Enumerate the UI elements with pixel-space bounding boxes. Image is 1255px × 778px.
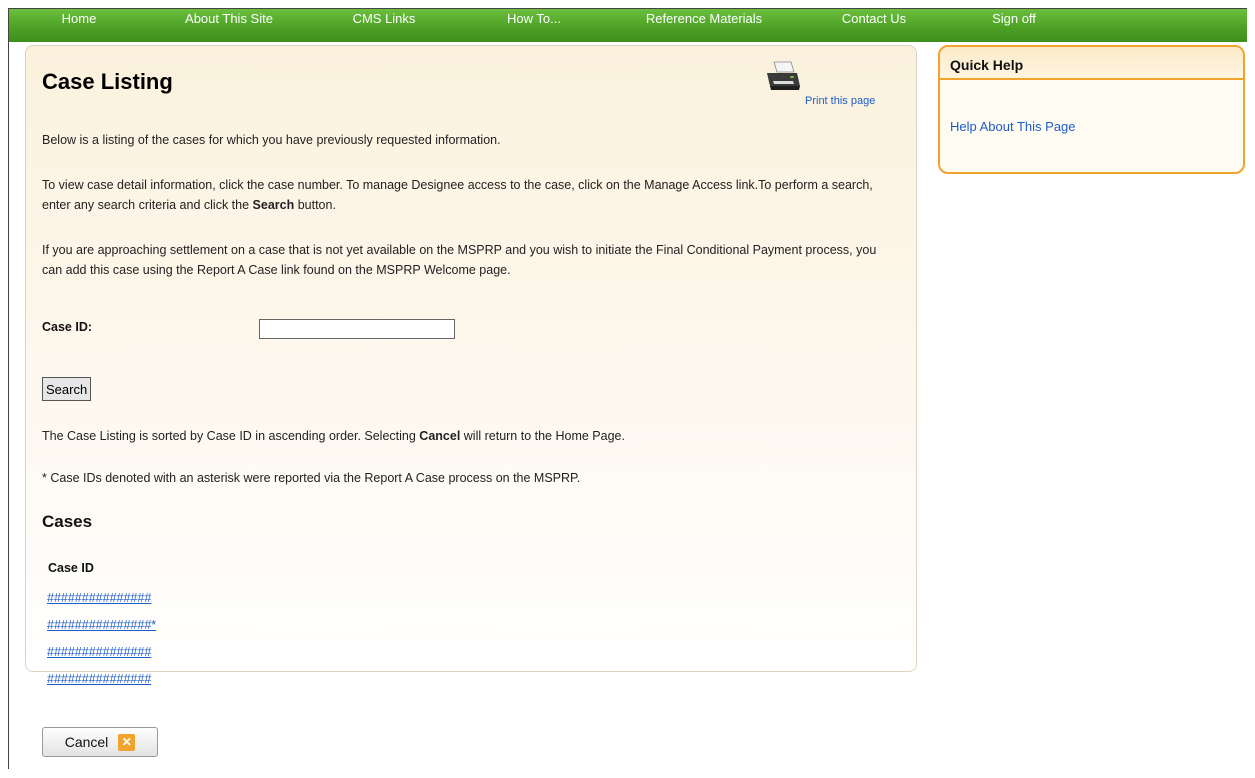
case-id-column-header: Case ID <box>48 561 94 575</box>
search-button[interactable]: Search <box>42 377 92 401</box>
nav-sign-off[interactable]: Sign off <box>949 9 1079 26</box>
cancel-button-label: Cancel <box>64 734 109 750</box>
case-link[interactable]: ###############* <box>47 618 156 632</box>
case-id-label: Case ID: <box>42 320 93 334</box>
page-title: Case Listing <box>42 69 173 94</box>
nav-how-to[interactable]: How To... <box>459 9 609 26</box>
case-link[interactable]: ############### <box>47 591 151 605</box>
printer-icon[interactable] <box>764 59 802 97</box>
nav-reference-materials[interactable]: Reference Materials <box>609 9 799 26</box>
sort-info-text: The Case Listing is sorted by Case ID in… <box>42 426 892 446</box>
top-navigation: Home About This Site CMS Links How To...… <box>9 9 1247 42</box>
main-content-panel: Case Listing Print this page Below is a … <box>25 45 917 672</box>
settlement-text: If you are approaching settlement on a c… <box>42 243 877 277</box>
help-about-page-link[interactable]: Help About This Page <box>950 119 1076 134</box>
sort-info-cancel-bold: Cancel <box>419 429 461 443</box>
instructions-text-part: To view case detail information, click t… <box>42 178 873 212</box>
nav-about-this-site[interactable]: About This Site <box>149 9 309 26</box>
cancel-button[interactable]: Cancel ✕ <box>42 727 158 757</box>
nav-home[interactable]: Home <box>9 9 149 26</box>
nav-cms-links[interactable]: CMS Links <box>309 9 459 26</box>
sort-info-end: will return to the Home Page. <box>460 429 625 443</box>
instructions-search-bold: Search <box>252 198 295 212</box>
page-frame: Home About This Site CMS Links How To...… <box>8 8 1247 769</box>
print-page-link[interactable]: Print this page <box>805 95 875 107</box>
quick-help-panel: Quick Help Help About This Page <box>938 45 1245 174</box>
instructions-text: To view case detail information, click t… <box>42 175 892 215</box>
quick-help-title: Quick Help <box>950 57 1024 73</box>
intro-text: Below is a listing of the cases for whic… <box>42 133 501 147</box>
nav-contact-us[interactable]: Contact Us <box>799 9 949 26</box>
case-link[interactable]: ############### <box>47 645 151 659</box>
close-icon: ✕ <box>118 733 136 751</box>
asterisk-note: * Case IDs denoted with an asterisk were… <box>42 471 581 485</box>
case-link[interactable]: ############### <box>47 672 151 686</box>
instructions-text-end: button. <box>294 198 336 212</box>
case-id-input[interactable] <box>259 319 455 339</box>
cases-heading: Cases <box>42 512 93 531</box>
sort-info-part: The Case Listing is sorted by Case ID in… <box>42 429 420 443</box>
